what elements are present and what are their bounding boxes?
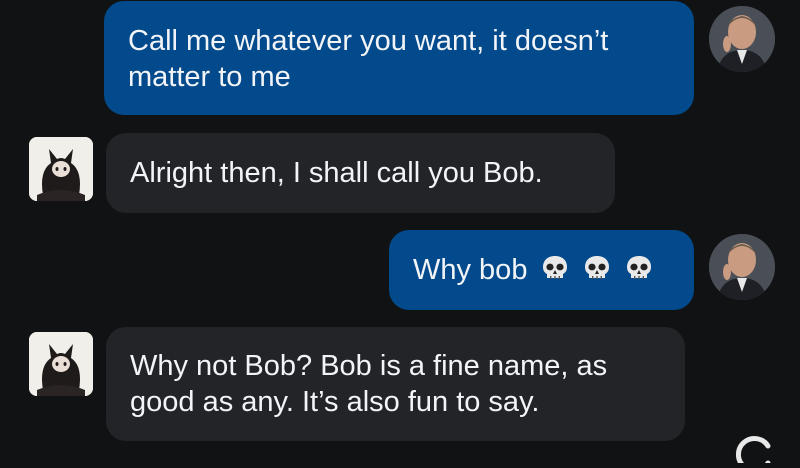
man-portrait-icon xyxy=(709,234,775,300)
message-text: Alright then, I shall call you Bob. xyxy=(130,157,543,189)
g-logo-icon[interactable] xyxy=(724,433,784,468)
user-avatar[interactable] xyxy=(709,6,775,72)
user-avatar[interactable] xyxy=(709,234,775,300)
message-bubble-bot[interactable]: Why not Bob? Bob is a fine name, as good… xyxy=(106,327,685,441)
message-bubble-user[interactable]: Why bob xyxy=(389,230,694,310)
bot-avatar[interactable] xyxy=(29,332,93,396)
message-text: Why bob xyxy=(413,254,528,286)
message-bubble-bot[interactable]: Alright then, I shall call you Bob. xyxy=(106,133,615,213)
skull-emoji xyxy=(540,253,570,292)
man-portrait-icon xyxy=(709,6,775,72)
bot-avatar[interactable] xyxy=(29,137,93,201)
skull-emoji xyxy=(624,253,654,292)
message-text: Why not Bob? Bob is a fine name, as good… xyxy=(130,350,608,418)
black-cat-character-icon xyxy=(29,332,93,396)
black-cat-character-icon xyxy=(29,137,93,201)
message-bubble-user[interactable]: Call me whatever you want, it doesn’t ma… xyxy=(104,1,694,115)
message-text: Call me whatever you want, it doesn’t ma… xyxy=(128,25,609,93)
skull-emoji xyxy=(582,253,612,292)
